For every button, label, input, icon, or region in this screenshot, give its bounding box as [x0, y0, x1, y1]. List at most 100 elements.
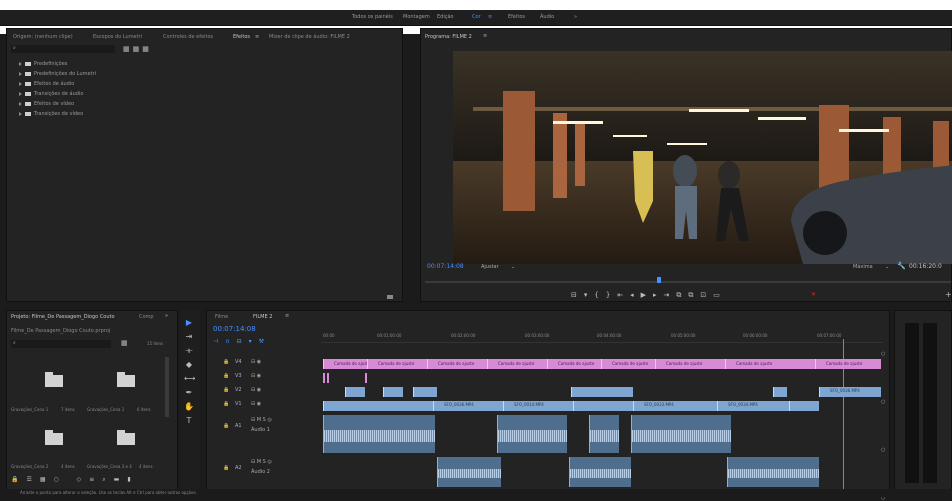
folder-icon[interactable] — [45, 430, 63, 445]
workspace-audio[interactable]: Áudio — [540, 14, 554, 20]
adjustment-clip[interactable] — [323, 373, 325, 383]
track-header-v3[interactable]: 🔒 V3 ⊟ ◉ — [207, 373, 321, 383]
chevron-right-icon[interactable]: » — [165, 313, 168, 319]
folder-icon[interactable] — [117, 372, 135, 387]
video-clip[interactable] — [789, 401, 819, 411]
video-clip[interactable]: SFO_0033.MP4 — [633, 401, 717, 411]
audio-meter-right — [923, 323, 937, 483]
track-header-v2[interactable]: 🔒 V2 ⊟ ◉ — [207, 387, 321, 397]
audio-clip[interactable] — [589, 415, 619, 453]
program-video-frame[interactable] — [453, 51, 952, 264]
fit-dropdown[interactable]: Ajustar — [481, 264, 499, 270]
audio-clip[interactable] — [727, 457, 819, 487]
video-clip[interactable] — [345, 387, 365, 397]
track-header-v1[interactable]: 🔒 V1 ⊟ ◉ — [207, 401, 321, 411]
tree-item-audio-effects[interactable]: Efeitos de áudio — [19, 81, 74, 87]
bin-label: Gravações_Cena 2 — [11, 464, 49, 469]
tab-filme-2[interactable]: FILME 2 — [253, 314, 272, 320]
new-bin-icon[interactable] — [387, 295, 393, 299]
program-menu-icon[interactable]: ≡ — [483, 33, 487, 39]
tree-item-presets[interactable]: Predefinições — [19, 61, 67, 67]
workspace-effects[interactable]: Efeitos — [508, 14, 525, 20]
hand-tool-icon[interactable]: ✋ — [184, 402, 194, 412]
wrench-icon[interactable]: 🔧 — [897, 262, 906, 270]
program-scrub-bar[interactable] — [425, 281, 951, 283]
adjustment-clip[interactable]: Camada de ajuste — [367, 359, 427, 369]
workspace-editing[interactable]: Edição — [437, 14, 454, 20]
track-header-a2[interactable]: 🔒 A2 ⊟ M S ◎ Áudio 2 — [207, 457, 321, 487]
adjustment-clip[interactable]: Camada de ajuste — [601, 359, 655, 369]
quality-dropdown[interactable]: Máxima — [853, 264, 873, 270]
program-current-timecode[interactable]: 00:07:14:08 — [427, 263, 464, 270]
project-search-input[interactable]: ⌕ — [11, 340, 111, 348]
adjustment-clip[interactable]: Camada de ajuste — [655, 359, 725, 369]
add-button-icon[interactable]: + — [945, 290, 952, 299]
audio-clip[interactable] — [569, 457, 631, 487]
adjustment-clip[interactable] — [365, 373, 367, 383]
workspace-menu-icon[interactable]: ≡ — [488, 14, 492, 20]
workspace-overflow[interactable]: » — [574, 14, 577, 20]
project-footer-controls[interactable]: 🔒☰▦○ ◇≡⌕▬▮ — [11, 476, 175, 486]
razor-tool-icon[interactable]: ◆ — [184, 360, 194, 370]
workspace-all-panels[interactable]: Todos os painéis — [352, 14, 393, 20]
tree-item-video-transitions[interactable]: Transições de vídeo — [19, 111, 83, 117]
adjustment-clip[interactable]: Camada de ajuste — [725, 359, 815, 369]
timeline-toolbar-icons[interactable]: ⊣∩⊟▾⚒ — [213, 338, 293, 346]
audio-clip[interactable] — [631, 415, 731, 453]
timeline-timecode[interactable]: 00:07:14:08 — [213, 325, 256, 333]
adjustment-clip[interactable]: Camada de ajuste — [427, 359, 487, 369]
video-clip[interactable] — [571, 387, 633, 397]
tab-comp[interactable]: Comp — [139, 314, 154, 320]
effects-filter-icons[interactable]: ▦▦▦ — [123, 45, 153, 53]
adjustment-clip[interactable]: Camada de ajuste — [547, 359, 601, 369]
tab-effects[interactable]: Efeitos — [233, 34, 250, 40]
folder-icon[interactable] — [45, 372, 63, 387]
project-scrollbar[interactable] — [165, 357, 169, 417]
adjustment-clip[interactable]: Camada de ajuste — [815, 359, 881, 369]
video-clip[interactable]: SFO_0036.MP4 — [819, 387, 881, 397]
tree-item-lumetri-presets[interactable]: Predefinições do Lumetri — [19, 71, 96, 77]
timeline-side-controls[interactable]: ○ ○ ○ ○ — [881, 351, 887, 501]
video-clip[interactable] — [573, 401, 633, 411]
selection-tool-icon[interactable]: ▶ — [184, 318, 194, 328]
effects-search-input[interactable]: ⌕ — [11, 45, 115, 53]
pen-tool-icon[interactable]: ✒ — [184, 388, 194, 398]
audio-clip[interactable] — [497, 415, 567, 453]
adjustment-clip[interactable] — [327, 373, 329, 383]
transport-controls[interactable]: ⊟▾{}⇤◂▶▸⇥⧉⧉⊡▭ — [571, 290, 831, 300]
video-clip[interactable] — [383, 387, 403, 397]
audio-clip[interactable] — [323, 415, 435, 453]
video-clip[interactable] — [773, 387, 787, 397]
audio-clip[interactable] — [437, 457, 501, 487]
track-header-v4[interactable]: 🔒 V4 ⊟ ◉ — [207, 359, 321, 369]
type-tool-icon[interactable]: T — [184, 416, 194, 426]
adjustment-clip[interactable]: Camada de ajuste — [487, 359, 547, 369]
program-playhead[interactable] — [657, 277, 661, 283]
tab-lumetri-scopes[interactable]: Escopos do Lumetri — [93, 34, 142, 40]
tree-item-audio-transitions[interactable]: Transições de áudio — [19, 91, 83, 97]
folder-icon[interactable] — [117, 430, 135, 445]
tree-item-video-effects[interactable]: Efeitos de vídeo — [19, 101, 74, 107]
tab-menu-icon[interactable]: ≡ — [255, 34, 259, 40]
video-clip[interactable]: SFO_0036.MP4 — [433, 401, 503, 411]
tab-source[interactable]: Origem: (nenhum clipe) — [13, 34, 73, 40]
video-clip[interactable]: SFO_0014.MP4 — [503, 401, 573, 411]
tab-filme[interactable]: Filme — [215, 314, 228, 320]
workspace-color[interactable]: Cor — [472, 14, 481, 20]
track-header-a1[interactable]: 🔒 A1 ⊟ M S ◎ Áudio 1 — [207, 415, 321, 453]
video-clip[interactable] — [323, 401, 433, 411]
tab-effect-controls[interactable]: Controles de efeitos — [163, 34, 213, 40]
tab-audio-clip-mixer[interactable]: Mixer de clipe de áudio: FILME 2 — [269, 34, 350, 40]
ruler-tick: 00:05:00:00 — [671, 333, 696, 338]
export-frame-icon[interactable]: ✕ — [811, 291, 816, 298]
bin-icon[interactable]: ▦ — [121, 339, 128, 347]
slip-tool-icon[interactable]: ⟷ — [184, 374, 195, 384]
video-clip[interactable] — [413, 387, 437, 397]
adjustment-clip[interactable]: Camada de ajuste — [323, 359, 370, 369]
ripple-edit-tool-icon[interactable]: ⟛ — [184, 346, 194, 356]
timeline-menu-icon[interactable]: ≡ — [285, 313, 289, 319]
track-select-tool-icon[interactable]: ⇥ — [184, 332, 194, 342]
time-ruler[interactable]: 00:00 00:01:00:00 00:02:00:00 00:03:00:0… — [321, 329, 883, 343]
video-clip[interactable]: SFO_0034.MP4 — [717, 401, 789, 411]
workspace-assembly[interactable]: Montagem — [403, 14, 430, 20]
